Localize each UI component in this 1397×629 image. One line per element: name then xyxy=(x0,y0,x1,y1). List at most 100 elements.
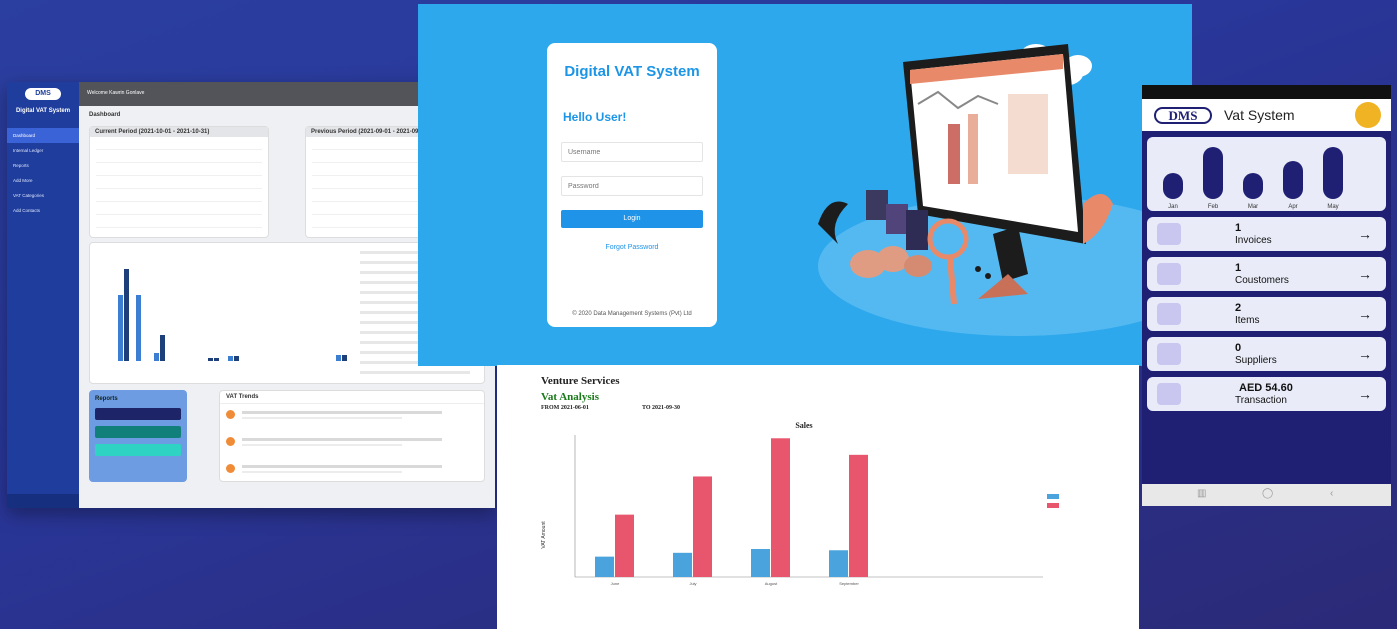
reports-panel: Reports xyxy=(89,390,187,482)
chart-bar xyxy=(829,550,848,577)
list-item[interactable] xyxy=(226,407,478,431)
x-tick-label: Apr xyxy=(1288,204,1298,210)
chart-bar xyxy=(208,358,213,361)
chart-bar xyxy=(160,335,165,361)
chart-bar xyxy=(673,552,692,577)
chart-bar xyxy=(136,295,141,361)
sales-bar-chart: Sales VAT Amount June July August September xyxy=(541,421,1059,586)
x-tick-label: June xyxy=(611,581,620,586)
table-row xyxy=(96,179,262,189)
reports-title: Reports xyxy=(95,396,118,402)
chart-bar xyxy=(693,476,712,577)
current-period-title: Current Period (2021-10-01 - 2021-10-31) xyxy=(90,127,268,137)
arrow-right-icon[interactable]: → xyxy=(1358,226,1372,242)
chart-bar xyxy=(228,356,233,361)
chart-bar xyxy=(214,358,219,361)
table-row xyxy=(96,205,262,215)
sidebar-item-vat-categories[interactable]: VAT Categories xyxy=(7,188,79,203)
cart-icon xyxy=(1157,303,1181,325)
welcome-text: Welcome Kawrin Gonlave xyxy=(87,90,145,96)
report-button[interactable] xyxy=(95,426,181,438)
suppliers-card[interactable]: 0 Suppliers → xyxy=(1147,337,1386,371)
chart-bar xyxy=(1243,172,1263,199)
table-row xyxy=(96,192,262,202)
sidebar-nav: Dashboard Internal Ledger Reports Add Mo… xyxy=(7,128,79,218)
items-label: Items xyxy=(1235,315,1260,326)
arrow-right-icon[interactable]: → xyxy=(1358,306,1372,322)
x-tick-label: Mar xyxy=(1247,204,1259,210)
home-icon[interactable]: ◯ xyxy=(1262,488,1273,499)
invoices-card[interactable]: 1 Invoices → xyxy=(1147,217,1386,251)
table-row xyxy=(96,140,262,150)
x-tick-label: May xyxy=(1327,204,1339,210)
back-icon[interactable]: ‹ xyxy=(1330,488,1333,499)
chart-bar xyxy=(615,514,634,577)
customer-icon xyxy=(1157,263,1181,285)
app-title: Vat System xyxy=(1224,107,1295,123)
trends-title: VAT Trends xyxy=(220,391,484,404)
recents-icon[interactable]: ▥ xyxy=(1197,488,1206,499)
chart-legend xyxy=(1047,494,1059,508)
sidebar-item-add-more[interactable]: Add More xyxy=(7,173,79,188)
customers-label: Coustomers xyxy=(1235,275,1289,286)
chart-bar xyxy=(1163,172,1183,199)
chart-bar xyxy=(1283,161,1303,199)
x-tick-label: July xyxy=(689,581,696,586)
invoices-count: 1 xyxy=(1235,222,1242,234)
table-row xyxy=(96,166,262,176)
items-count: 2 xyxy=(1235,302,1242,314)
table-row xyxy=(96,218,262,228)
x-tick-label: September xyxy=(839,581,859,586)
trend-icon xyxy=(226,437,235,446)
chart-bar xyxy=(124,269,129,361)
android-nav-bar: ▥ ◯ ‹ xyxy=(1142,484,1391,506)
invoices-label: Invoices xyxy=(1235,235,1272,246)
chart-bar xyxy=(1203,146,1223,199)
coin-icon xyxy=(1157,383,1181,405)
chart-bar xyxy=(751,549,770,577)
chart-bar xyxy=(1323,146,1343,199)
chart-bar xyxy=(234,356,239,361)
arrow-right-icon[interactable]: → xyxy=(1358,386,1372,402)
arrow-right-icon[interactable]: → xyxy=(1358,266,1372,282)
transaction-amount: AED 54.60 xyxy=(1239,382,1293,394)
mobile-app: DMS Vat System Jan Feb Mar Apr May 1 Invoice… xyxy=(1142,85,1391,506)
list-item[interactable] xyxy=(226,461,478,485)
arrow-right-icon[interactable]: → xyxy=(1358,346,1372,362)
truck-icon xyxy=(1157,343,1181,365)
y-axis-label: VAT Amount xyxy=(541,521,547,549)
suppliers-label: Suppliers xyxy=(1235,355,1277,366)
sidebar-item-dashboard[interactable]: Dashboard xyxy=(7,128,79,143)
report-button[interactable] xyxy=(95,444,181,456)
legend-swatch xyxy=(1047,494,1059,499)
sidebar-footer xyxy=(7,494,79,508)
chart-bar xyxy=(154,353,159,361)
avatar[interactable] xyxy=(1355,102,1381,128)
suppliers-count: 0 xyxy=(1235,342,1242,354)
customers-card[interactable]: 1 Coustomers → xyxy=(1147,257,1386,291)
items-card[interactable]: 2 Items → xyxy=(1147,297,1386,331)
chart-bar xyxy=(849,454,868,577)
x-tick-label: Feb xyxy=(1207,204,1219,210)
transaction-card[interactable]: AED 54.60 Transaction → xyxy=(1147,377,1386,411)
monitor-illustration xyxy=(818,44,1192,336)
invoice-icon xyxy=(1157,223,1181,245)
dms-logo: DMS xyxy=(25,88,61,100)
sidebar-item-internal-ledger[interactable]: Internal Ledger xyxy=(7,143,79,158)
chart-bar xyxy=(342,355,347,361)
list-item[interactable] xyxy=(226,434,478,458)
dms-logo: DMS xyxy=(1154,107,1212,124)
chart-bar xyxy=(771,438,790,577)
customers-count: 1 xyxy=(1235,262,1242,274)
transaction-label: Transaction xyxy=(1235,395,1287,406)
sidebar-item-add-contacts[interactable]: Add Contacts xyxy=(7,203,79,218)
app-bar: DMS Vat System xyxy=(1142,99,1391,131)
table-row xyxy=(96,153,262,163)
sidebar-item-reports[interactable]: Reports xyxy=(7,158,79,173)
x-tick-label: Jan xyxy=(1168,204,1178,210)
vat-trends-panel: VAT Trends xyxy=(219,390,485,482)
sidebar: DMS Digital VAT System Dashboard Interna… xyxy=(7,82,79,508)
vat-analysis-report: Venture Services Vat Analysis FROM 2021-… xyxy=(497,365,1139,629)
trend-icon xyxy=(226,464,235,473)
report-button[interactable] xyxy=(95,408,181,420)
